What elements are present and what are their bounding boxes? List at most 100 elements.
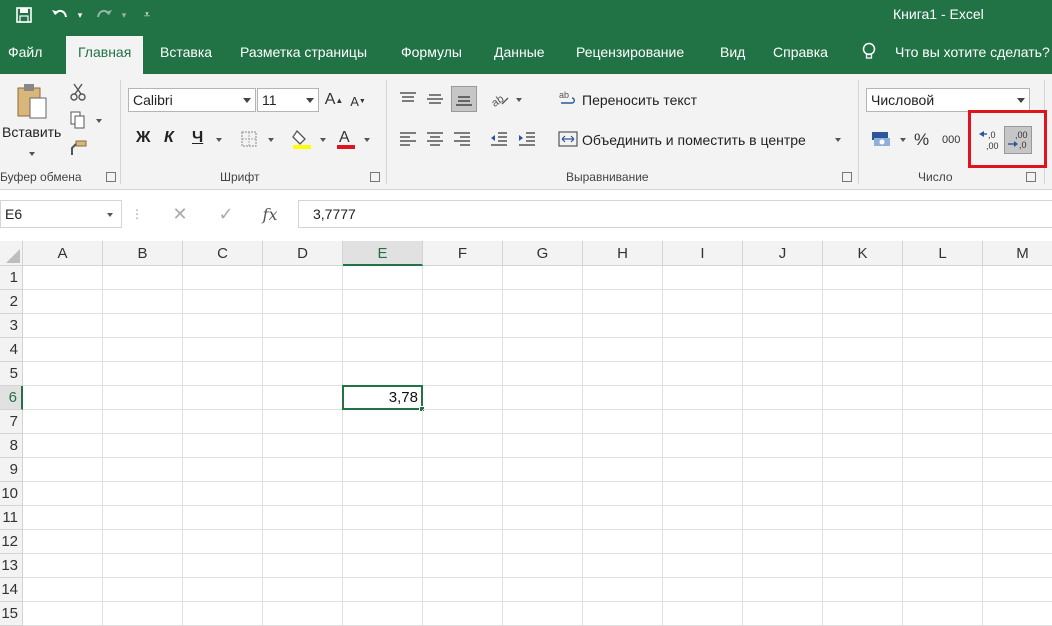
cell[interactable] [103,410,183,434]
cell[interactable] [103,602,183,626]
tab-help[interactable]: Справка [773,44,828,60]
cell[interactable] [103,578,183,602]
cell[interactable] [263,290,343,314]
align-center-icon[interactable] [424,128,446,150]
cell[interactable] [183,314,263,338]
cell[interactable] [503,458,583,482]
cell[interactable] [743,554,823,578]
cell[interactable] [183,362,263,386]
cell[interactable] [423,482,503,506]
cell[interactable] [583,458,663,482]
cell[interactable] [103,530,183,554]
cell[interactable] [343,362,423,386]
cell[interactable] [583,410,663,434]
wrap-text-icon[interactable]: ab [558,88,578,110]
row-header[interactable]: 2 [0,290,23,314]
cell[interactable] [663,362,743,386]
undo-icon[interactable] [48,4,72,26]
cell[interactable] [183,338,263,362]
redo-icon[interactable] [92,4,116,26]
column-header[interactable]: K [823,241,903,266]
cell[interactable] [23,458,103,482]
increase-indent-icon[interactable] [516,128,538,150]
row-header[interactable]: 3 [0,314,23,338]
cell[interactable] [583,482,663,506]
lightbulb-icon[interactable] [862,42,876,63]
alignment-launcher-icon[interactable] [842,172,852,182]
cell[interactable] [183,266,263,290]
cell[interactable] [343,290,423,314]
cell[interactable] [663,338,743,362]
cell[interactable] [423,578,503,602]
cell[interactable] [743,338,823,362]
column-header[interactable]: D [263,241,343,266]
cell[interactable] [983,410,1052,434]
cell[interactable] [503,338,583,362]
cell[interactable] [743,410,823,434]
cell[interactable] [23,482,103,506]
cell[interactable] [743,266,823,290]
cell[interactable] [983,314,1052,338]
cell[interactable] [983,578,1052,602]
accounting-dropdown-icon[interactable] [900,138,906,142]
cell[interactable] [663,602,743,626]
row-header[interactable]: 5 [0,362,23,386]
cell[interactable] [263,458,343,482]
cell[interactable] [263,314,343,338]
cell[interactable] [503,554,583,578]
tab-formulas[interactable]: Формулы [401,44,462,60]
number-format-combo[interactable]: Числовой [866,88,1030,112]
fill-color-icon[interactable] [290,126,314,150]
cell[interactable] [183,602,263,626]
cut-icon[interactable] [68,82,88,102]
cell[interactable] [503,482,583,506]
font-color-icon[interactable]: A [334,126,358,150]
column-header[interactable]: H [583,241,663,266]
cell[interactable] [903,266,983,290]
cell[interactable] [23,290,103,314]
cell[interactable] [343,338,423,362]
cell[interactable] [903,290,983,314]
cell[interactable] [743,506,823,530]
cell[interactable] [983,482,1052,506]
cell[interactable] [823,266,903,290]
cell[interactable] [823,506,903,530]
column-header[interactable]: F [423,241,503,266]
cell[interactable] [423,602,503,626]
tab-view[interactable]: Вид [720,44,745,60]
align-top-icon[interactable] [397,88,419,110]
cell[interactable] [423,506,503,530]
cell[interactable] [263,362,343,386]
cell[interactable] [503,530,583,554]
active-cell[interactable]: 3,78 [342,385,423,410]
copy-icon[interactable] [68,110,88,130]
row-header[interactable]: 1 [0,266,23,290]
column-header[interactable]: G [503,241,583,266]
cell[interactable] [423,362,503,386]
cell[interactable] [423,290,503,314]
cell[interactable] [503,578,583,602]
cell[interactable] [823,434,903,458]
cell[interactable] [983,434,1052,458]
cell[interactable] [823,482,903,506]
cell[interactable] [663,410,743,434]
cell[interactable] [103,362,183,386]
cell[interactable] [23,410,103,434]
bold-button[interactable]: Ж [136,129,150,147]
paste-icon[interactable] [14,82,50,122]
cell[interactable] [263,338,343,362]
cell[interactable] [423,410,503,434]
redo-dropdown-icon[interactable]: ▾ [118,4,130,26]
column-header[interactable]: M [983,241,1052,266]
row-header[interactable]: 11 [0,506,23,530]
cell[interactable] [343,266,423,290]
save-icon[interactable] [12,4,36,26]
cell[interactable] [263,578,343,602]
cell[interactable] [503,362,583,386]
cell[interactable] [903,458,983,482]
column-header[interactable]: L [903,241,983,266]
cell[interactable] [103,290,183,314]
cell[interactable] [583,266,663,290]
column-header[interactable]: E [343,241,423,266]
cell[interactable] [903,338,983,362]
